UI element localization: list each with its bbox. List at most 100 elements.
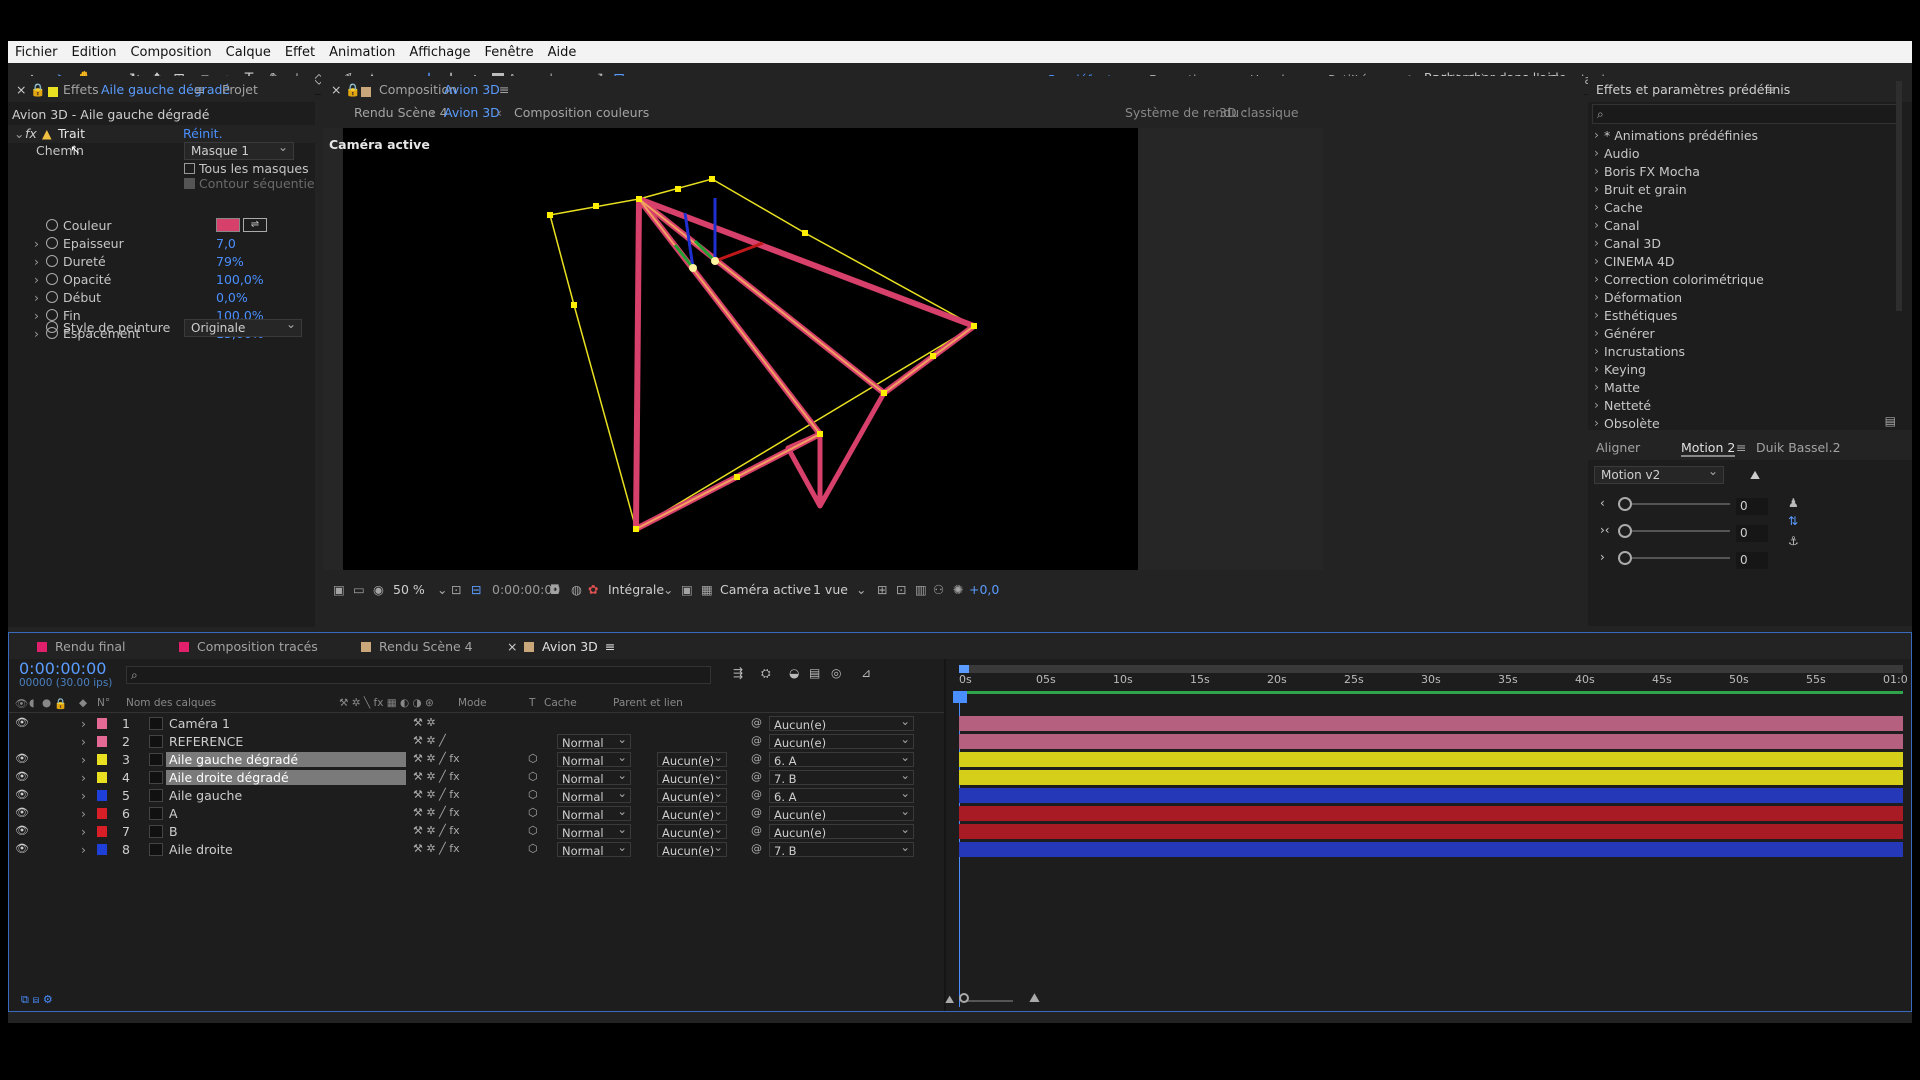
tab-project[interactable]: Projet bbox=[222, 82, 258, 97]
resolution-dropdown[interactable]: Intégrale bbox=[608, 582, 664, 597]
vertex-handle[interactable] bbox=[675, 186, 681, 192]
layer-name[interactable]: Caméra 1 bbox=[169, 716, 230, 731]
preset-category[interactable]: Cache bbox=[1594, 199, 1894, 218]
eye-icon[interactable]: 👁 bbox=[15, 842, 29, 855]
expand-chevron-icon[interactable]: › bbox=[34, 254, 39, 269]
vertex-handle[interactable] bbox=[633, 526, 639, 532]
motion-blur-icon[interactable]: ◎ bbox=[831, 666, 841, 680]
playhead-handle[interactable] bbox=[953, 691, 967, 703]
vertex-handle[interactable] bbox=[930, 353, 936, 359]
layer-row[interactable]: 👁 › 8 Aile droite ⚒ ✲ ╱ fx ⬡ Normal ⌄ Aucun(e) ⌄ @… bbox=[9, 840, 944, 859]
mode-dropdown[interactable]: Normal ⌄ bbox=[557, 840, 631, 858]
prop-value[interactable]: 7,0 bbox=[216, 236, 236, 251]
eye-icon[interactable]: 👁 bbox=[15, 788, 29, 801]
zoom-in-icon[interactable]: ⛰ bbox=[1029, 991, 1040, 1006]
menu-1[interactable]: Edition bbox=[65, 45, 124, 60]
switches-icon[interactable]: ⚒ ✲ ╲ fx ▦ ◐ ◑ ⊛ bbox=[339, 697, 434, 709]
motion-tab-1[interactable]: Motion 2 bbox=[1681, 440, 1736, 457]
effect-row-trait[interactable]: ⌄ fx ▲ Trait Réinit. bbox=[8, 125, 315, 143]
timeline-icon[interactable]: ⊡ bbox=[896, 582, 906, 597]
expand-chevron-icon[interactable]: › bbox=[81, 734, 86, 749]
panel-menu-icon[interactable]: ≡ bbox=[1736, 440, 1746, 455]
preset-category[interactable]: Matte bbox=[1594, 379, 1894, 398]
anchor-icon[interactable]: ⚓ bbox=[1788, 534, 1799, 548]
prop-row[interactable]: Couleur ⇌ bbox=[8, 217, 315, 235]
vertex-handle[interactable] bbox=[734, 474, 740, 480]
preset-category[interactable]: Générer bbox=[1594, 325, 1894, 344]
snapshot-icon[interactable]: ◘ bbox=[550, 582, 560, 597]
layer-row[interactable]: 👁 › 4 Aile droite dégradé ⚒ ✲ ╱ fx ⬡ Normal ⌄ Au… bbox=[9, 768, 944, 787]
stopwatch-icon[interactable] bbox=[46, 255, 58, 267]
checkbox-icon[interactable] bbox=[184, 163, 195, 174]
cache-dropdown[interactable]: Aucun(e) ⌄ bbox=[657, 804, 727, 822]
layer-search[interactable]: ⌕ bbox=[126, 666, 711, 684]
preset-category[interactable]: Correction colorimétrique bbox=[1594, 271, 1894, 290]
3d-layer-icon[interactable]: ⬡ bbox=[528, 770, 538, 783]
always-preview-icon[interactable]: ▣ bbox=[333, 582, 345, 597]
vertex-handle[interactable] bbox=[971, 323, 977, 329]
layer-row[interactable]: 👁 › 6 A ⚒ ✲ ╱ fx ⬡ Normal ⌄ Aucun(e) ⌄ @ Aucun(e) ⌄ bbox=[9, 804, 944, 823]
layer-switches[interactable]: ⚒ ✲ ╱ fx bbox=[413, 752, 460, 765]
mode-dropdown[interactable]: Normal ⌄ bbox=[557, 732, 631, 750]
prop-value[interactable]: 100,0% bbox=[216, 272, 264, 287]
expand-chevron-icon[interactable]: ⌄ bbox=[14, 126, 24, 141]
tab-comp-name[interactable]: Avion 3D bbox=[444, 82, 500, 97]
current-timecode[interactable]: 0:00:00:00 bbox=[19, 659, 106, 678]
layer-switches[interactable]: ⚒ ✲ ╱ fx bbox=[413, 842, 460, 855]
motion-slider[interactable] bbox=[1618, 557, 1730, 559]
menu-7[interactable]: Fenêtre bbox=[477, 45, 540, 60]
eye-icon[interactable]: 👁 bbox=[15, 824, 29, 837]
color-swatch[interactable] bbox=[216, 218, 240, 232]
reset-link[interactable]: Réinit. bbox=[183, 126, 223, 141]
toggle-pixel-icon[interactable]: ⊞ bbox=[877, 582, 887, 597]
motion-version-dropdown[interactable]: Motion v2 bbox=[1594, 464, 1724, 484]
layer-name[interactable]: A bbox=[169, 806, 178, 821]
timeline-tab[interactable]: Composition tracés bbox=[179, 639, 318, 654]
parent-dropdown[interactable]: 7. B ⌄ bbox=[769, 768, 914, 786]
lock-icon[interactable]: 🔒 bbox=[54, 697, 67, 710]
layer-duration-bar[interactable] bbox=[959, 752, 1903, 767]
solo-icon[interactable]: ● bbox=[42, 697, 51, 709]
mode-dropdown[interactable]: Normal ⌄ bbox=[557, 822, 631, 840]
pickwhip-icon[interactable]: @ bbox=[751, 788, 762, 801]
preset-category[interactable]: Déformation bbox=[1594, 289, 1894, 308]
layer-label-color[interactable] bbox=[97, 772, 107, 783]
exposure-value[interactable]: +0,0 bbox=[969, 582, 999, 597]
3d-layer-icon[interactable]: ⬡ bbox=[528, 824, 538, 837]
time-ruler[interactable]: 0s 05s 10s 15s 20s 25s 30s 35s 40s 45s 50s 55s 01:0 bbox=[959, 673, 1908, 689]
3d-layer-icon[interactable]: ⬡ bbox=[528, 752, 538, 765]
layer-label-color[interactable] bbox=[97, 826, 107, 837]
3d-layer-icon[interactable]: ⬡ bbox=[528, 842, 538, 855]
pin-icon[interactable]: ♟ bbox=[1788, 496, 1799, 510]
panel-menu-icon[interactable]: ≡ bbox=[194, 82, 204, 97]
paint-style-dropdown[interactable]: Originale bbox=[184, 317, 302, 337]
pickwhip-icon[interactable]: @ bbox=[751, 842, 762, 855]
close-tab-icon[interactable]: × bbox=[16, 82, 26, 97]
preset-category[interactable]: Esthétiques bbox=[1594, 307, 1894, 326]
layer-duration-bar[interactable] bbox=[959, 824, 1903, 839]
pickwhip-icon[interactable]: @ bbox=[751, 734, 762, 747]
eye-icon[interactable]: 👁 bbox=[15, 697, 28, 710]
stopwatch-icon[interactable] bbox=[46, 273, 58, 285]
prop-row[interactable]: › Opacité 100,0% bbox=[8, 271, 315, 289]
motion-value[interactable]: 0 bbox=[1736, 525, 1768, 542]
fast-preview-icon[interactable]: ⚇ bbox=[933, 582, 944, 597]
fit-icon[interactable]: ⊡ bbox=[451, 582, 461, 597]
expand-chevron-icon[interactable]: › bbox=[81, 752, 86, 767]
eye-icon[interactable]: 👁 bbox=[15, 716, 29, 729]
timeline-zoom-slider[interactable] bbox=[963, 1000, 1013, 1002]
composition-viewer[interactable]: Caméra active bbox=[323, 128, 1323, 570]
close-tab-icon[interactable]: × bbox=[507, 639, 517, 654]
splitter[interactable] bbox=[944, 659, 946, 1011]
slider-knob[interactable] bbox=[959, 993, 969, 1003]
preset-category[interactable]: * Animations prédéfinies bbox=[1594, 127, 1894, 146]
menu-2[interactable]: Composition bbox=[123, 45, 218, 60]
layer-row[interactable]: 👁 › 1 Caméra 1 ⚒ ✲ @ Aucun(e) ⌄ bbox=[9, 714, 944, 733]
shy-icon[interactable]: ◒ bbox=[789, 666, 799, 680]
audio-icon[interactable]: ◖ bbox=[29, 697, 35, 709]
eye-icon[interactable]: 👁 bbox=[15, 770, 29, 783]
fx-icon[interactable]: fx bbox=[25, 126, 37, 141]
layer-duration-bar[interactable] bbox=[959, 734, 1903, 749]
menu-8[interactable]: Aide bbox=[541, 45, 584, 60]
breadcrumb-3[interactable]: Composition couleurs bbox=[514, 105, 649, 120]
